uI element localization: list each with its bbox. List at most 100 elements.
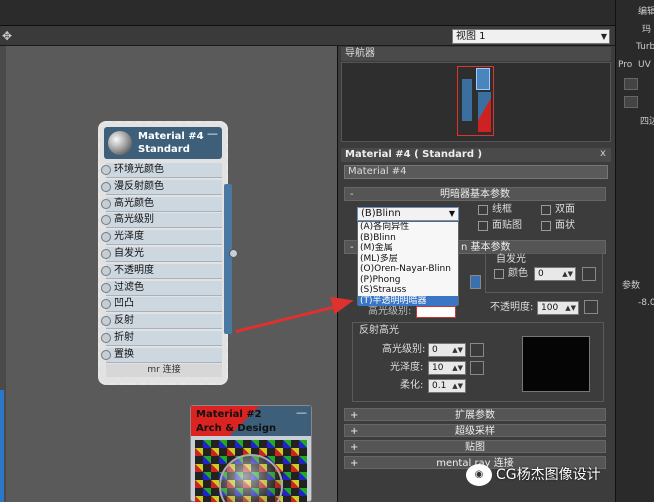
expand-icon: + bbox=[350, 458, 359, 469]
self-illumination-group: 自发光 颜色 0 ▲▼ bbox=[485, 253, 603, 293]
gloss-value: 10 bbox=[432, 363, 444, 373]
spinner-icon: ▲▼ bbox=[452, 382, 463, 390]
rollout-title: 贴图 bbox=[465, 442, 485, 453]
params-label: 参数 bbox=[622, 281, 641, 291]
input-socket[interactable] bbox=[101, 349, 111, 360]
mr-connection-slot[interactable]: mr 连接 bbox=[106, 364, 222, 377]
soften-label: 柔化: bbox=[400, 380, 424, 391]
output-socket[interactable] bbox=[229, 249, 238, 258]
opacity-map-button[interactable] bbox=[584, 300, 598, 314]
map-button[interactable] bbox=[582, 267, 596, 281]
material-name-field[interactable]: Material #4 bbox=[344, 165, 608, 179]
spec-level-label: 高光级别: bbox=[382, 344, 426, 355]
minimize-icon[interactable]: — bbox=[296, 406, 307, 419]
input-socket[interactable] bbox=[101, 265, 111, 276]
preview-sphere bbox=[219, 454, 283, 502]
pan-icon[interactable]: ✥ bbox=[2, 29, 16, 43]
material-node-4[interactable]: Material #4 Standard — 环境光颜色 漫反射颜色 高光颜色高光级… bbox=[98, 121, 228, 385]
shader-option[interactable]: (T)半透明明暗器 bbox=[358, 295, 458, 306]
selected-node-edge bbox=[0, 390, 4, 502]
input-socket[interactable] bbox=[101, 282, 111, 293]
shader-option[interactable]: (P)Phong bbox=[358, 275, 458, 286]
lock-map-button[interactable] bbox=[470, 275, 481, 289]
spec-level-spinner[interactable]: 0 ▲▼ bbox=[428, 343, 466, 357]
watermark-text: CG杨杰图像设计 bbox=[496, 467, 601, 483]
soften-spinner[interactable]: 0.1 ▲▼ bbox=[428, 379, 466, 393]
shader-option[interactable]: (O)Oren-Nayar-Blinn bbox=[358, 264, 458, 275]
material-slot[interactable]: 凹凸 bbox=[101, 297, 222, 313]
side-button[interactable] bbox=[624, 96, 638, 108]
navigator-view-rect[interactable] bbox=[457, 66, 494, 136]
input-socket[interactable] bbox=[101, 249, 111, 259]
material-slot[interactable]: 自发光 bbox=[101, 247, 222, 262]
spinner-icon: ▲▼ bbox=[452, 346, 463, 354]
gloss-map-button[interactable] bbox=[470, 361, 484, 375]
shader-option[interactable]: (ML)多层 bbox=[358, 254, 458, 265]
material-slot[interactable]: 高光级别 bbox=[101, 213, 222, 229]
output-connector bbox=[224, 184, 232, 334]
spinner-icon: ▲▼ bbox=[452, 364, 463, 372]
slot-label: 高光级别 bbox=[114, 214, 154, 226]
material-slot[interactable]: 光泽度 bbox=[101, 230, 222, 246]
slot-label: 凹凸 bbox=[114, 298, 134, 310]
self-illum-color-label: 颜色 bbox=[508, 268, 528, 279]
side-label: UV bbox=[638, 60, 651, 70]
shader-option[interactable]: (M)金属 bbox=[358, 243, 458, 254]
shader-dropdown-list[interactable]: (A)各向异性 (B)Blinn (M)金属 (ML)多层 (O)Oren-Nayar-… bbox=[357, 221, 459, 306]
material-slot[interactable]: 高光颜色 bbox=[101, 196, 222, 212]
input-socket[interactable] bbox=[101, 333, 111, 343]
input-socket[interactable] bbox=[101, 198, 111, 209]
chevron-down-icon: ▼ bbox=[448, 209, 455, 218]
material-slot[interactable]: 环境光颜色 bbox=[101, 163, 222, 178]
input-socket[interactable] bbox=[101, 165, 111, 175]
shader-type-select[interactable]: (B)Blinn ▼ bbox=[357, 207, 459, 221]
self-illum-color-checkbox[interactable] bbox=[494, 269, 504, 279]
material-slot[interactable]: 置换 bbox=[101, 347, 222, 363]
navigator-title: 导航器 bbox=[341, 47, 611, 61]
view-select-value: 视图 1 bbox=[456, 31, 486, 42]
minimize-icon[interactable]: — bbox=[207, 127, 218, 140]
material-slot[interactable]: 反射 bbox=[101, 314, 222, 330]
input-socket[interactable] bbox=[101, 181, 111, 192]
self-illum-spinner[interactable]: 0 ▲▼ bbox=[534, 267, 576, 281]
gloss-spinner[interactable]: 10 ▲▼ bbox=[428, 361, 466, 375]
input-socket[interactable] bbox=[101, 232, 111, 243]
spinner-icon: ▲▼ bbox=[565, 304, 576, 312]
maps-rollout[interactable]: + 贴图 bbox=[344, 440, 606, 453]
material-slot[interactable]: 不透明度 bbox=[101, 263, 222, 279]
view-select[interactable]: 视图 1 ▼ bbox=[452, 29, 610, 44]
shader-basic-rollout[interactable]: - 明暗器基本参数 bbox=[344, 187, 606, 201]
two-sided-label: 双面 bbox=[555, 204, 575, 215]
faceted-checkbox[interactable] bbox=[541, 221, 551, 231]
opacity-spinner[interactable]: 100 ▲▼ bbox=[537, 301, 579, 315]
spec-level-map-button[interactable] bbox=[470, 343, 484, 357]
two-sided-checkbox[interactable] bbox=[541, 205, 551, 215]
face-map-checkbox[interactable] bbox=[478, 221, 488, 231]
material-slot[interactable]: 过滤色 bbox=[101, 280, 222, 296]
material-slot[interactable]: 折射 bbox=[101, 331, 222, 346]
shader-option[interactable]: (A)各向异性 bbox=[358, 222, 458, 233]
hidden-color-swatch[interactable] bbox=[416, 306, 456, 318]
expand-icon: + bbox=[350, 410, 359, 421]
self-illum-title: 自发光 bbox=[496, 254, 526, 265]
shader-option[interactable]: (S)Strauss bbox=[358, 285, 458, 296]
input-socket[interactable] bbox=[101, 299, 111, 310]
side-label: 四边 bbox=[640, 117, 654, 127]
node-header[interactable]: Material #4 Standard — bbox=[104, 127, 222, 159]
input-socket[interactable] bbox=[101, 215, 111, 226]
shader-option[interactable]: (B)Blinn bbox=[358, 233, 458, 244]
wechat-icon: ◉ bbox=[466, 464, 492, 486]
supersampling-rollout[interactable]: + 超级采样 bbox=[344, 424, 606, 437]
material-node-2[interactable]: Material #2 Arch & Design — bbox=[190, 405, 312, 502]
material-slot[interactable]: 漫反射颜色 bbox=[101, 179, 222, 195]
extended-params-rollout[interactable]: + 扩展参数 bbox=[344, 408, 606, 421]
face-map-label: 面贴图 bbox=[492, 220, 522, 231]
top-strip bbox=[0, 0, 615, 26]
close-icon[interactable]: x bbox=[600, 148, 606, 159]
node2-title-type: Arch & Design bbox=[196, 423, 277, 434]
wireframe-checkbox[interactable] bbox=[478, 205, 488, 215]
slot-label: 过滤色 bbox=[114, 281, 144, 293]
node2-header[interactable]: Material #2 Arch & Design — bbox=[191, 406, 311, 436]
input-socket[interactable] bbox=[101, 316, 111, 327]
side-button[interactable] bbox=[624, 78, 638, 90]
